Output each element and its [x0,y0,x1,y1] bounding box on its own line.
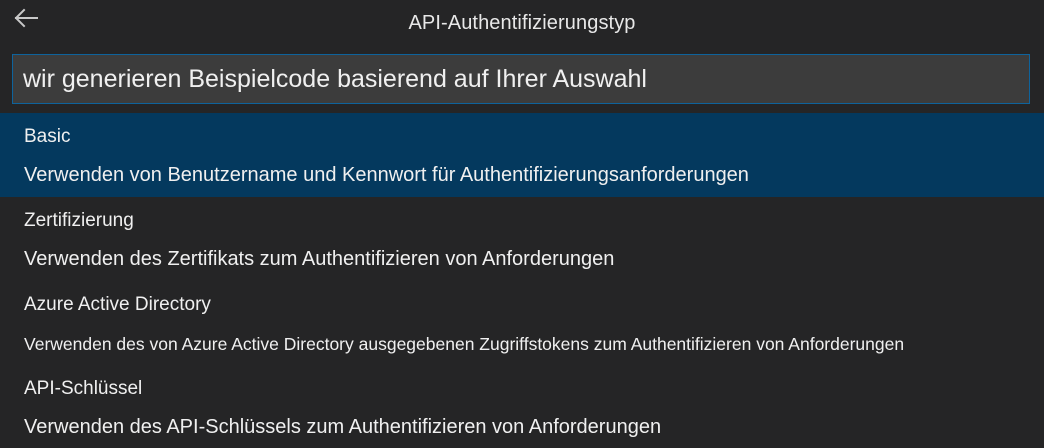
search-input[interactable] [23,64,1019,94]
search-input-box[interactable] [12,54,1030,104]
list-item-label: API-Schlüssel [24,378,143,399]
list-item-label: Azure Active Directory [24,294,211,315]
list-item-description: Verwenden von Benutzername und Kennwort … [24,164,749,186]
list-item-label: Zertifizierung [24,210,134,231]
list-item-description: Verwenden des Zertifikats zum Authentifi… [24,248,615,270]
page-title: API-Authentifizierungstyp [408,11,636,34]
list-item-basic[interactable]: Basic Verwenden von Benutzername und Ken… [0,113,1044,197]
list-item-zertifizierung[interactable]: Zertifizierung Verwenden des Zertifikats… [0,197,1044,281]
list-item-label: Basic [24,126,71,147]
quick-pick-header: API-Authentifizierungstyp [0,0,1044,46]
back-button[interactable] [6,2,46,38]
list-item-azure-active-directory[interactable]: Azure Active Directory Verwenden des von… [0,281,1044,365]
arrow-left-icon [13,8,39,33]
list-item-api-schluessel[interactable]: API-Schlüssel Verwenden des API-Schlüsse… [0,365,1044,448]
options-list: Basic Verwenden von Benutzername und Ken… [0,113,1044,448]
list-item-description: Verwenden des API-Schlüssels zum Authent… [24,416,662,438]
quick-pick-panel: API-Authentifizierungstyp Basic Verwende… [0,0,1044,448]
list-item-description: Verwenden des von Azure Active Directory… [24,334,905,354]
